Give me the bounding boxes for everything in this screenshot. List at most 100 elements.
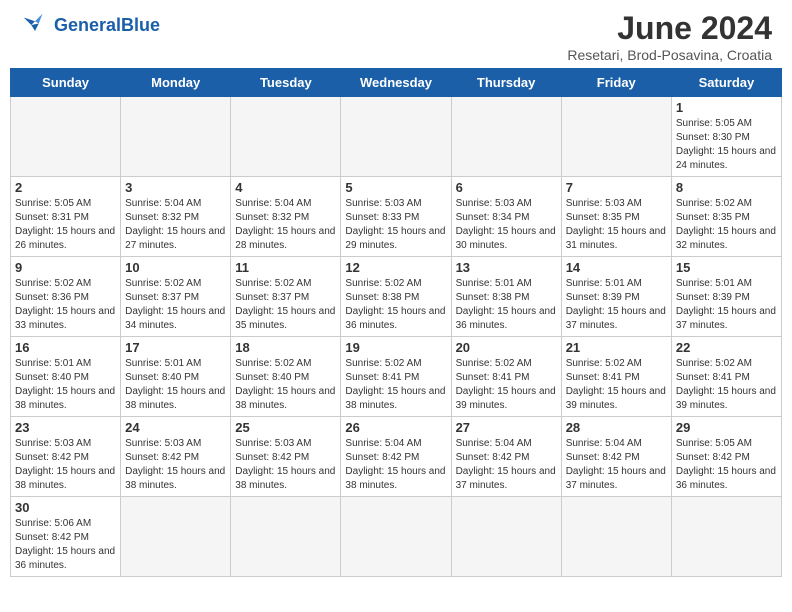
calendar-cell: 16 Sunrise: 5:01 AM Sunset: 8:40 PM Dayli… — [11, 337, 121, 417]
calendar-cell — [561, 97, 671, 177]
day-info: Sunrise: 5:02 AM Sunset: 8:38 PM Dayligh… — [345, 277, 446, 333]
calendar-cell: 6 Sunrise: 5:03 AM Sunset: 8:34 PM Daylig… — [451, 177, 561, 257]
day-number: 24 — [125, 420, 226, 435]
calendar-cell: 9 Sunrise: 5:02 AM Sunset: 8:36 PM Daylig… — [11, 257, 121, 337]
calendar-cell — [121, 497, 231, 577]
day-info: Sunrise: 5:03 AM Sunset: 8:34 PM Dayligh… — [456, 197, 557, 253]
day-number: 21 — [566, 340, 667, 355]
calendar-cell — [671, 497, 781, 577]
day-header-monday: Monday — [121, 69, 231, 97]
day-number: 22 — [676, 340, 777, 355]
day-info: Sunrise: 5:02 AM Sunset: 8:41 PM Dayligh… — [676, 357, 777, 413]
calendar-cell: 27 Sunrise: 5:04 AM Sunset: 8:42 PM Dayli… — [451, 417, 561, 497]
logo-general: General — [54, 15, 121, 35]
day-number: 5 — [345, 180, 446, 195]
day-header-tuesday: Tuesday — [231, 69, 341, 97]
day-number: 29 — [676, 420, 777, 435]
calendar-cell: 12 Sunrise: 5:02 AM Sunset: 8:38 PM Dayli… — [341, 257, 451, 337]
calendar-cell: 17Sunrise: 5:01 AM Sunset: 8:40 PM Dayli… — [121, 337, 231, 417]
page-container: GeneralBlue June 2024 Resetari, Brod-Pos… — [0, 0, 792, 577]
day-header-wednesday: Wednesday — [341, 69, 451, 97]
day-number: 4 — [235, 180, 336, 195]
calendar-cell — [451, 497, 561, 577]
day-info: Sunrise: 5:04 AM Sunset: 8:32 PM Dayligh… — [125, 197, 226, 253]
calendar-cell: 4 Sunrise: 5:04 AM Sunset: 8:32 PM Daylig… — [231, 177, 341, 257]
calendar-cell: 26 Sunrise: 5:04 AM Sunset: 8:42 PM Dayli… — [341, 417, 451, 497]
day-number: 1 — [676, 100, 777, 115]
day-header-friday: Friday — [561, 69, 671, 97]
day-number: 6 — [456, 180, 557, 195]
calendar-cell — [231, 497, 341, 577]
day-number: 17 — [125, 340, 226, 355]
day-number: 20 — [456, 340, 557, 355]
calendar-week-1: 1 Sunrise: 5:05 AM Sunset: 8:30 PM Daylig… — [11, 97, 782, 177]
day-number: 28 — [566, 420, 667, 435]
day-number: 2 — [15, 180, 116, 195]
day-number: 7 — [566, 180, 667, 195]
calendar-cell: 23 Sunrise: 5:03 AM Sunset: 8:42 PM Dayli… — [11, 417, 121, 497]
logo-blue: Blue — [121, 15, 160, 35]
day-info: Sunrise: 5:02 AM Sunset: 8:37 PM Dayligh… — [235, 277, 336, 333]
day-info: Sunrise: 5:01 AM Sunset: 8:38 PM Dayligh… — [456, 277, 557, 333]
day-info: Sunrise: 5:05 AM Sunset: 8:42 PM Dayligh… — [676, 437, 777, 493]
day-number: 26 — [345, 420, 446, 435]
day-header-saturday: Saturday — [671, 69, 781, 97]
calendar-cell: 2 Sunrise: 5:05 AM Sunset: 8:31 PM Daylig… — [11, 177, 121, 257]
title-section: June 2024 Resetari, Brod-Posavina, Croat… — [567, 10, 772, 63]
calendar-cell: 24 Sunrise: 5:03 AM Sunset: 8:42 PM Dayli… — [121, 417, 231, 497]
calendar-cell — [451, 97, 561, 177]
calendar-cell: 19Sunrise: 5:02 AM Sunset: 8:41 PM Dayli… — [341, 337, 451, 417]
day-info: Sunrise: 5:04 AM Sunset: 8:42 PM Dayligh… — [345, 437, 446, 493]
day-number: 11 — [235, 260, 336, 275]
day-info: Sunrise: 5:01 AM Sunset: 8:39 PM Dayligh… — [566, 277, 667, 333]
day-info: Sunrise: 5:02 AM Sunset: 8:41 PM Dayligh… — [566, 357, 667, 413]
calendar-cell: 10Sunrise: 5:02 AM Sunset: 8:37 PM Dayli… — [121, 257, 231, 337]
day-header-sunday: Sunday — [11, 69, 121, 97]
logo-text: GeneralBlue — [54, 15, 160, 36]
day-number: 3 — [125, 180, 226, 195]
day-info: Sunrise: 5:01 AM Sunset: 8:39 PM Dayligh… — [676, 277, 777, 333]
logo: GeneralBlue — [20, 10, 160, 40]
month-title: June 2024 — [567, 10, 772, 47]
logo-icon — [20, 10, 50, 40]
day-number: 30 — [15, 500, 116, 515]
day-info: Sunrise: 5:02 AM Sunset: 8:36 PM Dayligh… — [15, 277, 116, 333]
calendar-week-3: 9 Sunrise: 5:02 AM Sunset: 8:36 PM Daylig… — [11, 257, 782, 337]
calendar-cell — [121, 97, 231, 177]
day-info: Sunrise: 5:04 AM Sunset: 8:32 PM Dayligh… — [235, 197, 336, 253]
day-info: Sunrise: 5:04 AM Sunset: 8:42 PM Dayligh… — [566, 437, 667, 493]
calendar-cell: 8Sunrise: 5:02 AM Sunset: 8:35 PM Daylig… — [671, 177, 781, 257]
calendar-table: SundayMondayTuesdayWednesdayThursdayFrid… — [10, 68, 782, 577]
day-number: 18 — [235, 340, 336, 355]
calendar-cell: 18Sunrise: 5:02 AM Sunset: 8:40 PM Dayli… — [231, 337, 341, 417]
calendar-cell: 5Sunrise: 5:03 AM Sunset: 8:33 PM Daylig… — [341, 177, 451, 257]
day-info: Sunrise: 5:04 AM Sunset: 8:42 PM Dayligh… — [456, 437, 557, 493]
calendar-cell: 11 Sunrise: 5:02 AM Sunset: 8:37 PM Dayli… — [231, 257, 341, 337]
calendar-cell: 28 Sunrise: 5:04 AM Sunset: 8:42 PM Dayli… — [561, 417, 671, 497]
calendar-cell: 13Sunrise: 5:01 AM Sunset: 8:38 PM Dayli… — [451, 257, 561, 337]
calendar-cell: 3 Sunrise: 5:04 AM Sunset: 8:32 PM Daylig… — [121, 177, 231, 257]
day-info: Sunrise: 5:02 AM Sunset: 8:35 PM Dayligh… — [676, 197, 777, 253]
calendar-cell — [11, 97, 121, 177]
calendar-cell — [231, 97, 341, 177]
calendar-week-4: 16 Sunrise: 5:01 AM Sunset: 8:40 PM Dayli… — [11, 337, 782, 417]
day-number: 27 — [456, 420, 557, 435]
day-number: 15 — [676, 260, 777, 275]
day-number: 12 — [345, 260, 446, 275]
calendar-cell: 29 Sunrise: 5:05 AM Sunset: 8:42 PM Dayli… — [671, 417, 781, 497]
day-number: 23 — [15, 420, 116, 435]
calendar-cell: 20Sunrise: 5:02 AM Sunset: 8:41 PM Dayli… — [451, 337, 561, 417]
day-number: 16 — [15, 340, 116, 355]
day-info: Sunrise: 5:05 AM Sunset: 8:31 PM Dayligh… — [15, 197, 116, 253]
calendar-cell: 15 Sunrise: 5:01 AM Sunset: 8:39 PM Dayli… — [671, 257, 781, 337]
day-header-thursday: Thursday — [451, 69, 561, 97]
day-number: 9 — [15, 260, 116, 275]
calendar-cell — [341, 97, 451, 177]
day-info: Sunrise: 5:01 AM Sunset: 8:40 PM Dayligh… — [15, 357, 116, 413]
calendar-cell: 30Sunrise: 5:06 AM Sunset: 8:42 PM Dayli… — [11, 497, 121, 577]
day-info: Sunrise: 5:03 AM Sunset: 8:42 PM Dayligh… — [15, 437, 116, 493]
day-info: Sunrise: 5:03 AM Sunset: 8:42 PM Dayligh… — [125, 437, 226, 493]
calendar-cell: 21 Sunrise: 5:02 AM Sunset: 8:41 PM Dayli… — [561, 337, 671, 417]
day-info: Sunrise: 5:05 AM Sunset: 8:30 PM Dayligh… — [676, 117, 777, 173]
calendar-cell: 7Sunrise: 5:03 AM Sunset: 8:35 PM Daylig… — [561, 177, 671, 257]
